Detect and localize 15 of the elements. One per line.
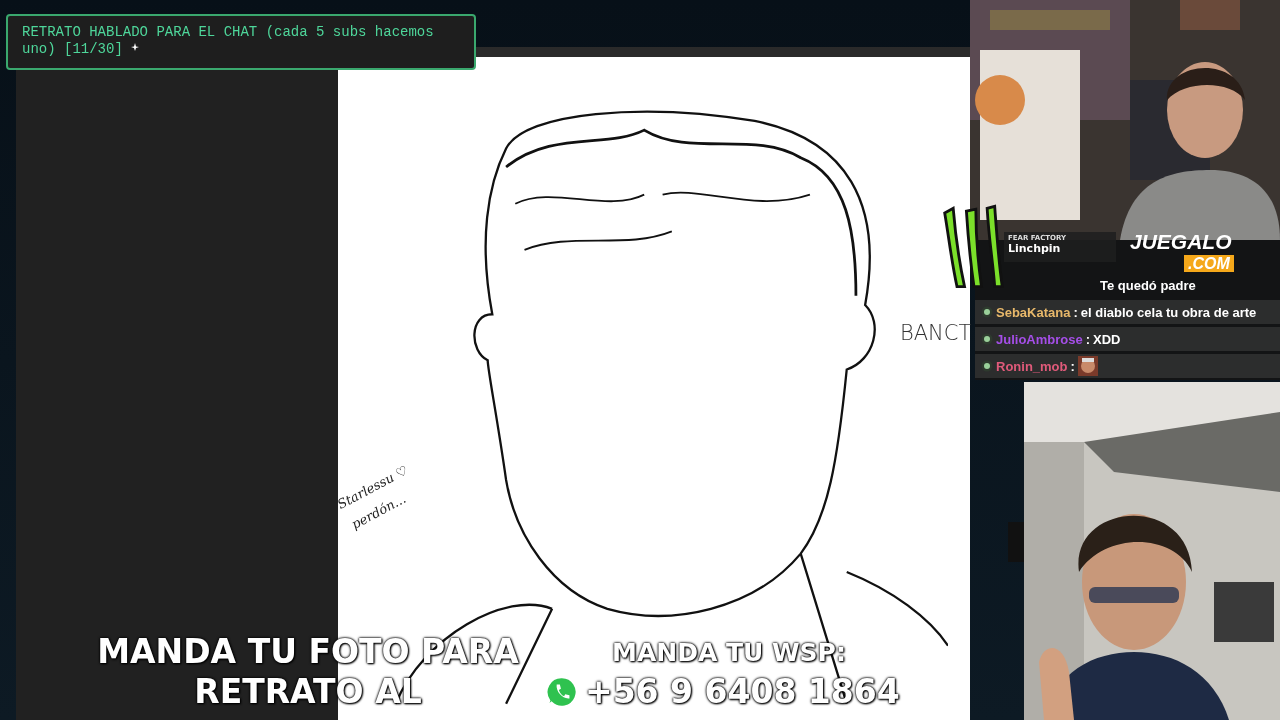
chat-separator: : [1073,304,1078,320]
sponsor-logo: JUEGALO .COM [1130,232,1235,272]
chat-username: SebaKatana [996,304,1071,320]
chat-separator: : [1085,331,1091,347]
song-title: Linchpin [1008,242,1062,255]
badge-icon [981,333,993,345]
badge-icon [981,360,993,372]
chat-message: el diablo cela tu obra de arte [1080,304,1257,320]
badge-icon [981,306,993,318]
chat-separator: : [1070,358,1075,374]
chat-username: JulioAmbrose [996,331,1083,347]
title-box: RETRATO HABLADO PARA EL CHAT (cada 5 subs hacemos uno) [11/30] [6,14,476,70]
chat-message: XDD [1093,331,1121,347]
chat-message: Te quedó padre [1100,277,1196,293]
chat-username: Ronin_mob [996,358,1068,374]
